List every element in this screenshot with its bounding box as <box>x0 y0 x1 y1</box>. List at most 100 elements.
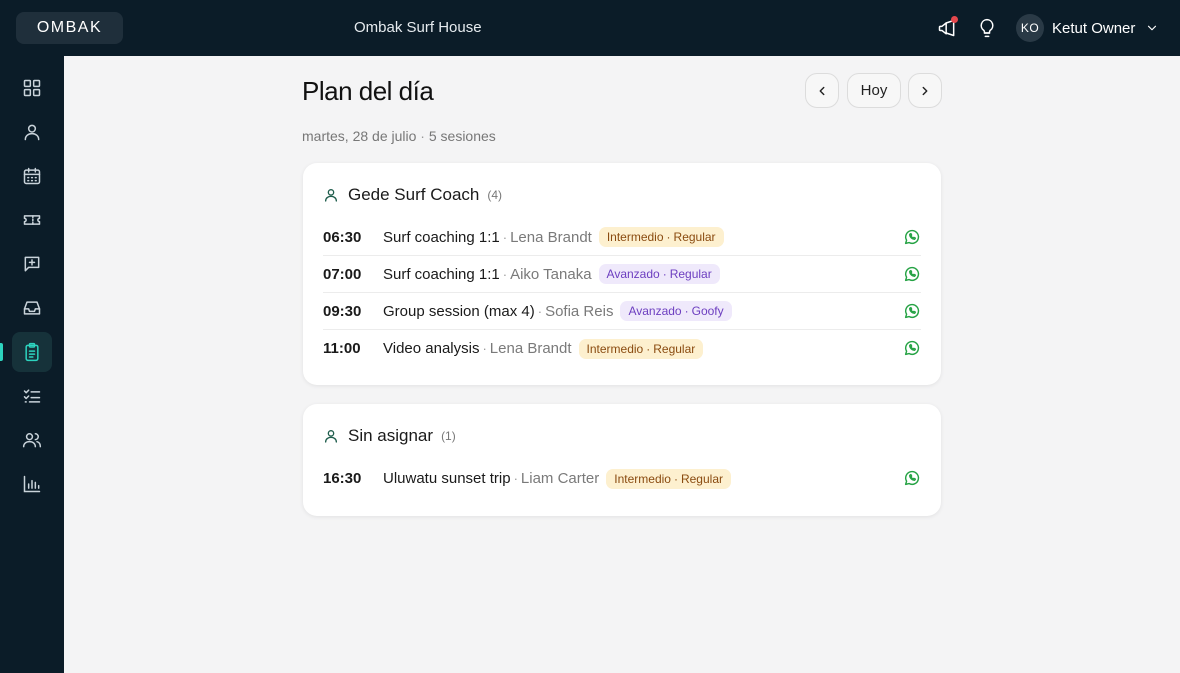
user-icon <box>325 430 337 443</box>
dashboard-icon <box>23 79 41 97</box>
bar-chart-icon <box>23 475 41 493</box>
group-title: Gede Surf Coach <box>348 185 480 204</box>
clipboard-icon <box>25 342 39 362</box>
group-count: (4) <box>487 188 503 202</box>
users-icon <box>22 433 42 448</box>
avatar: KO <box>1016 14 1044 42</box>
session-service: Uluwatu sunset trip <box>383 470 511 487</box>
separator-dot: · <box>666 230 671 244</box>
level-label: Avanzado <box>606 267 660 281</box>
level-label: Avanzado <box>628 304 682 318</box>
session-time: 11:00 <box>323 340 361 357</box>
level-badge: Avanzado · Goofy <box>620 301 732 321</box>
site-name: Ombak Surf House <box>354 19 482 36</box>
sidebar-item-tickets[interactable] <box>12 200 52 240</box>
session-count: 5 sesiones <box>428 128 496 144</box>
session-service: Surf coaching 1:1 <box>383 228 500 246</box>
session-client: Sofia Reis <box>545 302 614 320</box>
unassigned-group-card: Sin asignar (1) 16:30 Uluwatu sunset tri… <box>303 404 941 516</box>
megaphone-icon[interactable] <box>935 16 959 40</box>
sidebar-item-inbox[interactable] <box>12 288 52 328</box>
session-row[interactable]: 11:00 Video analysis · Lena Brandt Inter… <box>323 330 921 367</box>
level-badge: Intermedio · Regular <box>598 227 724 247</box>
sidebar-item-team[interactable] <box>12 420 52 460</box>
sidebar-item-calendar[interactable] <box>12 156 52 196</box>
level-label: Intermedio <box>606 230 664 244</box>
separator-dot: · <box>673 471 678 486</box>
session-time: 09:30 <box>323 302 362 320</box>
user-icon <box>325 189 337 202</box>
sidebar-item-messages[interactable] <box>12 244 52 284</box>
ticket-icon <box>23 215 41 225</box>
level-badge: Avanzado · Regular <box>598 264 720 284</box>
separator-dot: · <box>684 304 689 318</box>
lightbulb-icon[interactable] <box>975 16 999 40</box>
sidebar-item-profile[interactable] <box>12 112 52 152</box>
stance-label: Regular <box>673 230 716 244</box>
session-row[interactable]: 07:00 Surf coaching 1:1 · Aiko Tanaka Av… <box>323 256 921 293</box>
inbox-icon <box>23 301 41 315</box>
notification-dot <box>951 16 958 23</box>
today-button[interactable]: Hoy <box>847 73 901 108</box>
session-client: Aiko Tanaka <box>510 265 592 283</box>
stance-label: Regular <box>680 471 723 486</box>
top-bar: OMBAK Ombak Surf House KO Ketut Owner <box>0 0 1180 56</box>
main-content: Plan del día martes, 28 de julio · 5 ses… <box>64 56 1180 673</box>
sidebar <box>0 56 64 673</box>
whatsapp-icon[interactable] <box>903 265 921 283</box>
current-date: martes, 28 de julio <box>302 128 417 144</box>
session-service: Video analysis <box>383 340 480 357</box>
session-service: Surf coaching 1:1 <box>383 265 500 283</box>
separator-dot: · <box>513 471 518 486</box>
whatsapp-icon[interactable] <box>903 339 921 357</box>
session-time: 16:30 <box>323 470 362 487</box>
active-indicator <box>0 343 3 361</box>
separator-dot: · <box>482 341 487 356</box>
whatsapp-icon[interactable] <box>903 302 921 320</box>
whatsapp-icon[interactable] <box>903 228 921 246</box>
session-row[interactable]: 09:30 Group session (max 4) · Sofia Reis… <box>323 293 921 330</box>
sidebar-item-daily-plan[interactable] <box>12 332 52 372</box>
next-day-button[interactable] <box>908 73 942 108</box>
sidebar-item-tasks[interactable] <box>12 376 52 416</box>
session-client: Lena Brandt <box>510 228 592 246</box>
previous-day-button[interactable] <box>805 73 839 108</box>
group-count: (1) <box>441 429 456 443</box>
chevron-down-icon <box>1145 21 1159 35</box>
user-name: Ketut Owner <box>1052 19 1136 37</box>
level-label: Intermedio <box>614 471 671 486</box>
session-row[interactable]: 06:30 Surf coaching 1:1 · Lena Brandt In… <box>323 219 921 256</box>
stance-label: Goofy <box>691 304 724 318</box>
separator-dot: · <box>416 128 429 144</box>
page-subtitle: martes, 28 de julio · 5 sesiones <box>302 128 496 144</box>
checklist-icon <box>23 389 41 403</box>
session-time: 06:30 <box>323 228 362 246</box>
page-title: Plan del día <box>302 76 434 106</box>
group-header: Gede Surf Coach (4) <box>323 185 502 205</box>
separator-dot: · <box>537 303 543 319</box>
user-icon <box>24 124 40 141</box>
session-service: Group session (max 4) <box>383 302 535 320</box>
whatsapp-icon[interactable] <box>903 469 921 487</box>
group-header: Sin asignar (1) <box>323 426 456 446</box>
level-badge: Intermedio · Regular <box>606 468 731 489</box>
stance-label: Regular <box>653 341 696 356</box>
session-time: 07:00 <box>323 265 362 283</box>
logo-button[interactable]: OMBAK <box>16 12 123 44</box>
session-client: Liam Carter <box>520 470 600 487</box>
level-badge: Intermedio · Regular <box>578 338 704 359</box>
stance-label: Regular <box>669 267 712 281</box>
sidebar-item-reports[interactable] <box>12 464 52 504</box>
level-label: Intermedio <box>586 341 644 356</box>
session-row[interactable]: 16:30 Uluwatu sunset trip · Liam Carter … <box>323 460 921 497</box>
user-menu[interactable]: KO Ketut Owner <box>1016 14 1159 42</box>
separator-dot: · <box>662 267 667 281</box>
sidebar-item-dashboard[interactable] <box>12 68 52 108</box>
chevron-right-icon <box>922 86 928 95</box>
group-title: Sin asignar <box>348 426 434 445</box>
coach-group-card: Gede Surf Coach (4) 06:30 Surf coaching … <box>303 163 941 385</box>
chevron-left-icon <box>819 86 825 95</box>
separator-dot: · <box>646 341 651 356</box>
separator-dot: · <box>502 266 508 282</box>
calendar-icon <box>23 167 41 185</box>
